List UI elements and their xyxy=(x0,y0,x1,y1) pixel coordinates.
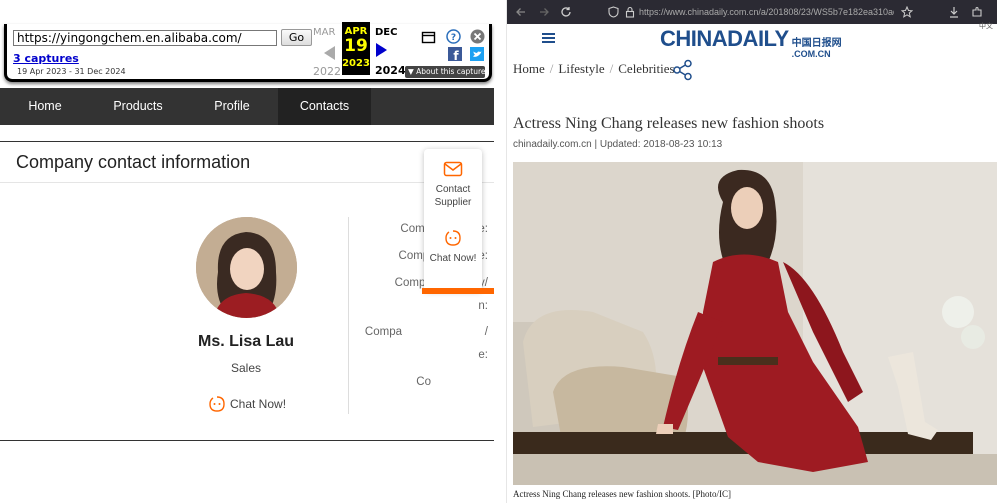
article-byline: chinadaily.com.cn | Updated: 2018-08-23 … xyxy=(513,139,723,150)
wayback-date-range: 19 Apr 2023 - 31 Dec 2024 xyxy=(17,67,126,76)
breadcrumb-separator: / xyxy=(549,61,554,76)
wayback-url-input[interactable]: https://yingongchem.en.alibaba.com/ xyxy=(13,30,277,46)
card-divider xyxy=(0,182,494,183)
wayback-current-day: 19 xyxy=(344,36,368,56)
article-photo-image xyxy=(513,162,997,485)
download-icon[interactable] xyxy=(948,6,960,18)
left-pane: https://yingongchem.en.alibaba.com/ Go 3… xyxy=(0,0,500,503)
label-partial-1: n: xyxy=(478,300,488,312)
wayback-current-date: APR 19 2023 xyxy=(342,22,370,75)
twitter-icon[interactable] xyxy=(470,47,484,61)
card-vertical-divider xyxy=(348,217,349,414)
nav-contacts[interactable]: Contacts xyxy=(278,88,371,125)
breadcrumb-celebrities[interactable]: Celebrities xyxy=(618,61,674,76)
wayback-captures-link[interactable]: 3 captures xyxy=(13,52,79,65)
label-partial-2: Compa xyxy=(364,326,402,338)
floating-action-panel: Contact Supplier Chat Now! xyxy=(424,149,482,291)
extensions-icon[interactable] xyxy=(971,6,983,18)
breadcrumb-separator: / xyxy=(609,61,614,76)
wayback-next-year[interactable]: 2024 xyxy=(375,64,406,77)
svg-text:f: f xyxy=(453,49,459,61)
shield-icon[interactable] xyxy=(608,6,619,18)
wayback-current-month: APR xyxy=(344,26,368,37)
chat-now-label: Chat Now! xyxy=(230,397,287,411)
article-headline: Actress Ning Chang releases new fashion … xyxy=(513,115,825,132)
float-chat-now-button[interactable]: Chat Now! xyxy=(424,229,482,264)
wayback-prev-arrow-icon[interactable] xyxy=(324,46,335,60)
chat-now-button[interactable]: Chat Now! xyxy=(208,395,286,413)
logo-com-text: .COM.CN xyxy=(791,49,831,59)
lock-icon[interactable] xyxy=(625,6,635,18)
wayback-go-button[interactable]: Go xyxy=(281,29,312,46)
wayback-current-year: 2023 xyxy=(342,58,370,69)
wayback-next-month[interactable]: DEC xyxy=(375,27,397,38)
nav-products[interactable]: Products xyxy=(92,88,184,125)
bookmark-star-icon[interactable] xyxy=(901,6,913,18)
breadcrumb: Home / Lifestyle / Celebrities xyxy=(513,61,675,77)
nav-profile[interactable]: Profile xyxy=(186,88,278,125)
address-bar[interactable]: https://www.chinadaily.com.cn/a/201808/2… xyxy=(639,7,894,17)
card-title: Company contact information xyxy=(16,152,251,172)
wayback-next-arrow-icon[interactable] xyxy=(376,43,387,57)
browser-toolbar: https://www.chinadaily.com.cn/a/201808/2… xyxy=(507,0,997,24)
photo-caption: Actress Ning Chang releases new fashion … xyxy=(513,489,731,499)
nav-home[interactable]: Home xyxy=(0,88,90,125)
mail-icon xyxy=(443,161,463,177)
forward-icon[interactable] xyxy=(538,6,550,18)
wayback-prev-year[interactable]: 2022 xyxy=(313,65,341,78)
window-icon[interactable] xyxy=(421,30,436,45)
breadcrumb-home[interactable]: Home xyxy=(513,61,545,76)
avatar-photo xyxy=(196,217,297,318)
back-icon[interactable] xyxy=(515,6,527,18)
svg-text:?: ? xyxy=(451,33,456,43)
chat-icon xyxy=(209,396,225,412)
contact-card: Company contact information Ms. Lisa Lau… xyxy=(0,141,494,441)
float-chat-label: Chat Now! xyxy=(429,253,477,264)
right-pane: https://www.chinadaily.com.cn/a/201808/2… xyxy=(506,0,997,503)
logo-cn-text: 中国日报网 xyxy=(791,38,842,49)
wayback-about-capture[interactable]: ▼ About this capture xyxy=(405,66,486,78)
label-partial-5: Co xyxy=(416,376,431,388)
site-nav: Home Products Profile Contacts xyxy=(0,88,494,125)
person-role: Sales xyxy=(230,361,262,375)
language-switch[interactable]: 中文 xyxy=(979,21,993,31)
help-icon[interactable]: ? xyxy=(446,29,461,44)
contact-supplier-label: Contact Supplier xyxy=(434,184,472,208)
share-icon[interactable] xyxy=(672,59,694,81)
article-photo xyxy=(513,162,997,485)
floating-accent-bar xyxy=(422,288,494,294)
menu-icon[interactable] xyxy=(542,32,555,44)
label-partial-3: / xyxy=(484,326,488,338)
label-partial-4: e: xyxy=(478,349,488,361)
wayback-prev-month[interactable]: MAR xyxy=(313,27,335,38)
logo-text: CHINADAILY xyxy=(660,26,789,51)
reload-icon[interactable] xyxy=(560,6,572,18)
chat-icon xyxy=(445,230,461,246)
wayback-toolbar: https://yingongchem.en.alibaba.com/ Go 3… xyxy=(4,22,492,82)
chinadaily-logo[interactable]: CHINADAILY 中国日报网 .COM.CN xyxy=(660,26,842,59)
avatar xyxy=(196,217,297,318)
breadcrumb-lifestyle[interactable]: Lifestyle xyxy=(558,61,604,76)
close-icon[interactable] xyxy=(470,29,485,44)
wayback-about-label: About this capture xyxy=(416,67,486,76)
contact-supplier-button[interactable]: Contact Supplier xyxy=(424,161,482,209)
person-name: Ms. Lisa Lau xyxy=(197,333,295,350)
facebook-icon[interactable]: f xyxy=(448,47,462,61)
